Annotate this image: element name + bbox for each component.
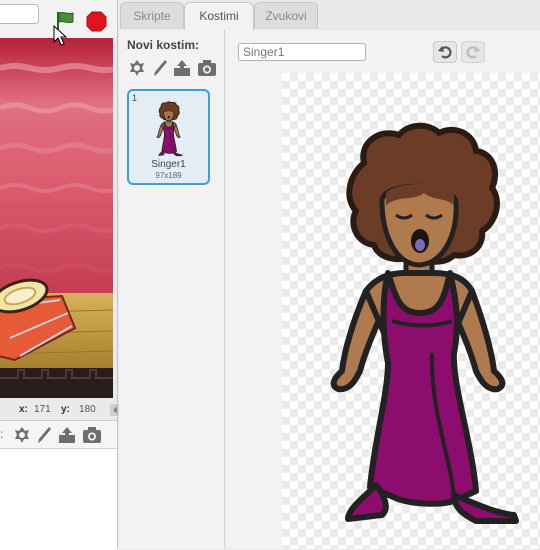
stage-panel: x: 171 y: 180 : — [0, 0, 120, 550]
panel-divider — [117, 0, 118, 549]
mouse-coordinates: x: 171 y: 180 — [0, 398, 118, 420]
undo-icon — [438, 46, 452, 59]
y-coordinate-label: y: — [61, 404, 70, 415]
costume-list-panel: Novi kostim: 1 Singer1 97x189 — [119, 30, 225, 549]
camera-icon[interactable] — [82, 425, 102, 445]
upload-icon[interactable] — [57, 425, 77, 445]
new-costume-label: Novi kostim: — [127, 38, 200, 52]
x-coordinate-label: x: — [19, 404, 28, 415]
redo-button[interactable] — [461, 41, 485, 63]
stop-icon[interactable] — [86, 11, 107, 32]
paint-brush-icon[interactable] — [34, 425, 54, 445]
camera-icon[interactable] — [197, 58, 217, 78]
costume-name: Singer1 — [151, 159, 186, 170]
x-coordinate-value: 171 — [34, 404, 51, 415]
costume-canvas[interactable] — [282, 73, 540, 549]
costume-name-input[interactable] — [238, 43, 366, 61]
costume-thumbnail[interactable]: 1 Singer1 97x189 — [127, 89, 210, 185]
editor-tabs: Skripte Kostimi Zvukovi — [118, 0, 540, 30]
y-coordinate-value: 180 — [79, 404, 96, 415]
paint-editor — [226, 30, 540, 549]
sprite-library-icon[interactable] — [12, 425, 32, 445]
sprite-library-icon[interactable] — [127, 58, 147, 78]
tab-scripts[interactable]: Skripte — [120, 2, 184, 29]
mouse-pointer-icon — [53, 25, 68, 46]
stage-canvas[interactable] — [0, 38, 113, 398]
project-title-field[interactable] — [0, 4, 39, 24]
tab-sounds[interactable]: Zvukovi — [254, 2, 318, 29]
undo-button[interactable] — [433, 41, 457, 63]
new-sprite-label-fragment: : — [0, 427, 4, 441]
tab-costumes[interactable]: Kostimi — [184, 2, 254, 30]
singer-thumbnail-image — [156, 101, 183, 157]
paint-tools-area — [226, 73, 282, 549]
singer-costume-image — [282, 73, 540, 549]
new-sprite-toolbar: : — [0, 420, 118, 449]
paint-brush-icon[interactable] — [150, 58, 170, 78]
sprite-pane — [0, 448, 118, 550]
upload-icon[interactable] — [172, 58, 192, 78]
redo-icon — [466, 46, 480, 59]
costume-size: 97x189 — [155, 171, 182, 180]
costume-index: 1 — [132, 93, 138, 103]
stage-backdrop — [0, 38, 113, 398]
